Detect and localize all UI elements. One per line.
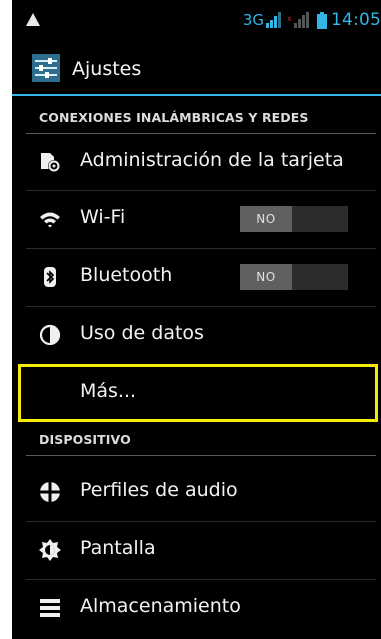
list-item-display[interactable]: Pantalla [12,522,381,578]
item-label: Perfiles de audio [80,479,238,501]
storage-icon [40,599,60,617]
action-bar: Ajustes [12,46,381,92]
section-header-device: DISPOSITIVO [39,432,131,447]
item-label: Bluetooth [80,264,173,286]
item-label: Uso de datos [80,322,204,344]
data-usage-icon [39,324,61,346]
wifi-toggle[interactable]: NO [240,206,348,232]
list-item-storage[interactable]: Almacenamiento [12,580,381,636]
status-bar: 3G x 14:05 [12,0,381,40]
audio-profiles-icon [39,481,61,503]
svg-text:x: x [287,14,292,23]
bluetooth-toggle[interactable]: NO [240,264,348,290]
list-item-bluetooth[interactable]: Bluetooth NO [12,249,381,305]
page-title: Ajustes [72,58,142,80]
status-right: 3G x 14:05 [243,8,381,32]
display-brightness-icon [39,539,61,561]
wifi-icon [40,212,60,228]
label-fade [341,134,381,190]
network-type: 3G [242,11,264,29]
settings-sliders-icon[interactable] [32,54,60,82]
warning-icon [26,13,40,26]
signal-strength-icon [266,12,281,28]
sim-settings-icon [41,153,60,172]
toggle-thumb: NO [240,206,292,232]
battery-icon [317,11,327,29]
toggle-thumb: NO [240,264,292,290]
phone-screen: 3G x 14:05 Ajustes CONEXIONES INALÁMBRIC… [12,0,381,639]
sim2-signal-icon: x [287,12,309,28]
action-bar-divider [12,94,381,96]
section-header-wireless: CONEXIONES INALÁMBRICAS Y REDES [39,110,309,125]
list-item-data-usage[interactable]: Uso de datos [12,307,381,363]
list-item-wifi[interactable]: Wi-Fi NO [12,191,381,247]
item-label: Pantalla [80,537,156,559]
item-label: Almacenamiento [80,595,241,617]
item-label: Wi-Fi [80,206,126,228]
clock: 14:05 [331,10,381,30]
section-divider [26,455,376,456]
highlight-box [18,364,378,422]
list-item-sim-management[interactable]: Administración de la tarjeta [12,134,381,190]
item-label: Administración de la tarjeta [80,149,344,171]
bluetooth-icon [44,267,56,287]
list-item-audio-profiles[interactable]: Perfiles de audio [12,464,381,520]
